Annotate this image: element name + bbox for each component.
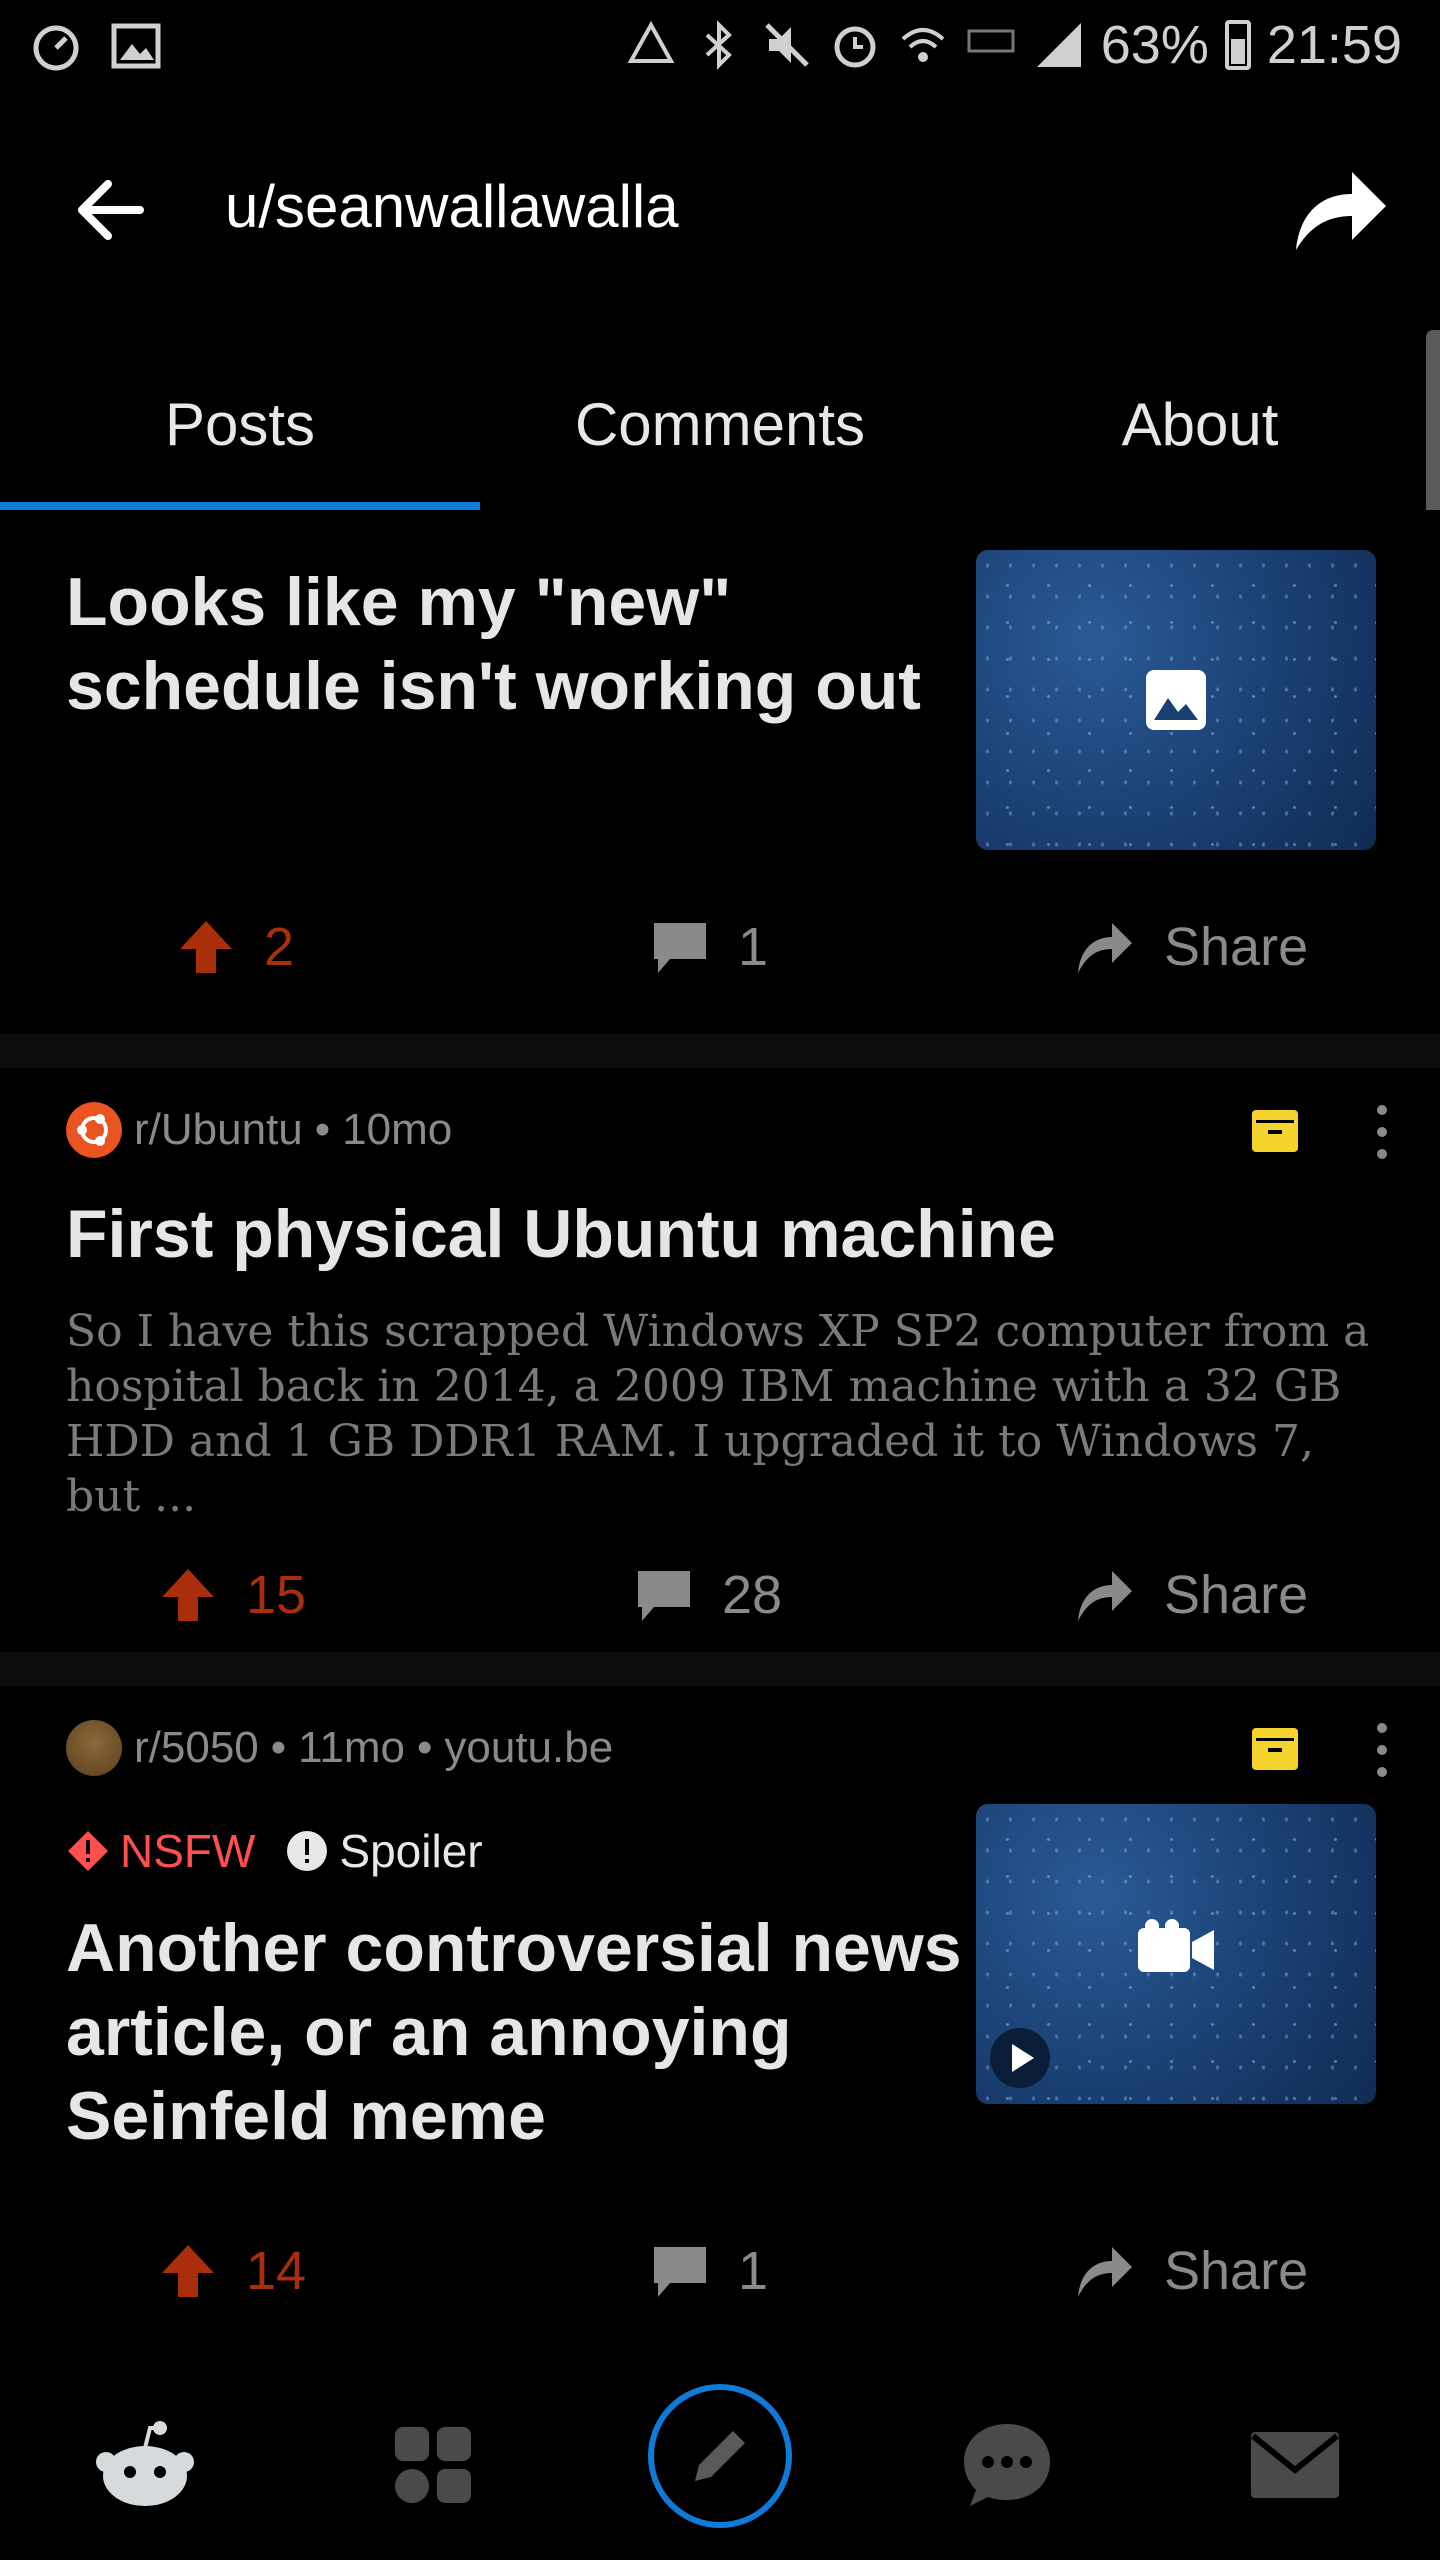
warning-icon — [68, 1831, 108, 1871]
post-title[interactable]: Another controversial news article, or a… — [66, 1906, 966, 2158]
share-icon — [1078, 923, 1132, 973]
ubuntu-icon[interactable] — [66, 1102, 122, 1158]
spoiler-label: Spoiler — [339, 1825, 483, 1877]
tab-comments[interactable]: Comments — [480, 360, 960, 510]
comments-button[interactable]: 1 — [652, 2240, 768, 2302]
share-icon — [1078, 2247, 1132, 2297]
comment-icon — [654, 923, 706, 973]
comments-button[interactable]: 28 — [636, 1564, 782, 1626]
divider — [0, 1034, 1440, 1068]
profile-header: u/seanwallawalla — [0, 100, 1440, 320]
more-options-icon[interactable] — [1372, 1102, 1392, 1162]
spoiler-tag: Spoiler — [285, 1824, 483, 1878]
post-card[interactable]: r/5050 • 11mo • youtu.be NSFW Spoiler An… — [0, 1686, 1440, 2346]
communities-icon — [395, 2427, 471, 2503]
post-age: 11mo — [298, 1723, 405, 1772]
share-button[interactable]: Share — [1074, 2240, 1308, 2302]
more-options-icon[interactable] — [1372, 1720, 1392, 1780]
video-icon — [1138, 1919, 1214, 1972]
upvote-icon — [162, 2245, 214, 2297]
play-icon[interactable] — [988, 2026, 1052, 2090]
comment-count: 28 — [722, 1565, 783, 1625]
info-icon — [287, 1831, 328, 1871]
page-title: u/seanwallawalla — [225, 173, 679, 240]
nsfw-tag: NSFW — [66, 1824, 255, 1878]
share-icon[interactable] — [1290, 164, 1390, 254]
share-label: Share — [1164, 1565, 1309, 1625]
archive-icon — [1252, 1728, 1298, 1770]
archive-icon — [1252, 1110, 1298, 1152]
compose-button[interactable] — [648, 2384, 792, 2528]
wifi-icon — [901, 28, 945, 62]
comment-count: 1 — [738, 917, 769, 977]
subreddit-avatar[interactable] — [66, 1720, 122, 1776]
upvote-icon — [162, 1569, 214, 1621]
nsfw-label: NSFW — [120, 1825, 256, 1877]
post-age: 10mo — [342, 1105, 453, 1154]
nav-home[interactable] — [80, 2410, 210, 2520]
gallery-icon — [111, 23, 161, 69]
nav-chat[interactable] — [942, 2410, 1072, 2520]
meta-separator: • — [270, 1723, 287, 1772]
meta-separator: • — [416, 1723, 433, 1772]
share-button[interactable]: Share — [1074, 916, 1308, 978]
share-button[interactable]: Share — [1074, 1564, 1308, 1626]
post-preview[interactable]: So I have this scrapped Windows XP SP2 c… — [66, 1304, 1376, 1524]
profile-tabs: Posts Comments About — [0, 360, 1440, 510]
post-thumbnail[interactable] — [976, 550, 1376, 850]
comments-button[interactable]: 1 — [652, 916, 768, 978]
inbox-icon — [1251, 2432, 1339, 2498]
home-icon — [96, 2421, 194, 2506]
comment-icon — [654, 2247, 706, 2297]
clock: 21:59 — [1266, 15, 1402, 75]
bluetooth-icon — [705, 20, 732, 70]
alarm-icon — [834, 26, 876, 68]
post-card[interactable]: Looks like my "new" schedule isn't worki… — [0, 510, 1440, 1030]
share-icon — [1078, 1571, 1132, 1621]
post-domain[interactable]: youtu.be — [444, 1723, 613, 1773]
upvote-icon — [180, 921, 232, 973]
divider — [0, 1652, 1440, 1686]
upvote-count: 2 — [264, 917, 295, 977]
image-icon — [1146, 670, 1206, 730]
post-thumbnail[interactable] — [976, 1804, 1376, 2104]
upvote-button[interactable]: 2 — [178, 916, 294, 978]
comment-count: 1 — [738, 2241, 769, 2301]
upvote-count: 15 — [246, 1565, 307, 1625]
battery-percent: 63% — [1100, 15, 1209, 75]
subreddit-name[interactable]: r/5050 — [134, 1723, 259, 1773]
tab-about[interactable]: About — [960, 360, 1440, 510]
lte-icon — [967, 29, 1015, 53]
mute-icon — [764, 23, 809, 67]
upvote-count: 14 — [246, 2241, 307, 2301]
post-title[interactable]: First physical Ubuntu machine — [66, 1192, 1366, 1276]
upvote-button[interactable]: 15 — [160, 1564, 306, 1626]
share-label: Share — [1164, 917, 1309, 977]
subreddit-name[interactable]: r/Ubuntu — [134, 1105, 303, 1155]
battery-icon — [1224, 20, 1251, 70]
post-card[interactable]: r/Ubuntu • 10mo First physical Ubuntu ma… — [0, 1068, 1440, 1648]
chat-icon — [964, 2424, 1050, 2506]
tab-posts[interactable]: Posts — [0, 360, 480, 510]
recycle-icon — [627, 20, 675, 63]
status-bar: 63% 21:59 — [0, 0, 1440, 100]
signal-icon — [1036, 23, 1081, 67]
speed-icon — [33, 25, 79, 71]
bottom-navigation — [0, 2380, 1440, 2560]
back-arrow-icon[interactable] — [70, 170, 150, 250]
comment-icon — [638, 1571, 690, 1621]
upvote-button[interactable]: 14 — [160, 2240, 306, 2302]
share-label: Share — [1164, 2241, 1309, 2301]
nav-communities[interactable] — [368, 2410, 498, 2520]
meta-separator: • — [314, 1105, 331, 1154]
post-title[interactable]: Looks like my "new" schedule isn't worki… — [66, 560, 966, 728]
nav-inbox[interactable] — [1230, 2410, 1360, 2520]
compose-icon — [695, 2431, 745, 2481]
